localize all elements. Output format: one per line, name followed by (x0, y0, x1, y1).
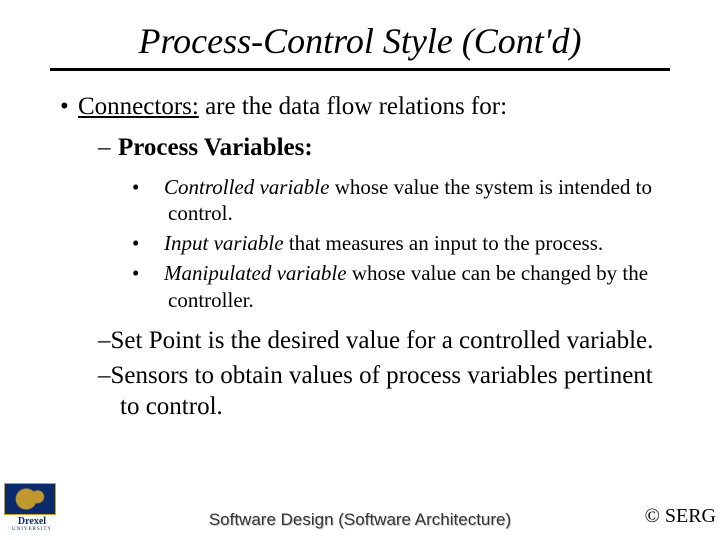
dot-icon: • (150, 260, 164, 286)
footer-center-text: Software Design (Software Architecture) (0, 510, 720, 530)
bullet-level3-group: •Controlled variable whose value the sys… (150, 174, 670, 313)
slide: Process-Control Style (Cont'd) •Connecto… (0, 0, 720, 423)
bullet-level1: •Connectors: are the data flow relations… (60, 91, 670, 122)
sensors-bold: Sensors (111, 362, 189, 389)
l3-ital: Controlled variable (164, 175, 329, 199)
bullet-level2-processvars: –Process Variables: (98, 132, 670, 163)
l3-ital: Input variable (164, 231, 284, 255)
bullet-level2-sensors: –Sensors to obtain values of process var… (98, 360, 670, 423)
title-rule (50, 68, 670, 71)
dash-icon: – (98, 132, 118, 163)
l3-ital: Manipulated variable (164, 261, 347, 285)
bullet-level3: •Manipulated variable whose value can be… (150, 260, 670, 313)
setpoint-rest: is the desired value for a controlled va… (202, 327, 654, 354)
slide-footer: Drexel UNIVERSITY Software Design (Softw… (0, 484, 720, 534)
bullet-level3: •Input variable that measures an input t… (150, 230, 670, 256)
bullet-level3: •Controlled variable whose value the sys… (150, 174, 670, 227)
bullet-icon: • (60, 91, 78, 122)
setpoint-bold: Set Point (111, 327, 202, 354)
footer-copyright: © SERG (645, 505, 716, 528)
processvars-label: Process Variables: (118, 134, 313, 161)
connectors-rest: are the data flow relations for: (199, 93, 507, 120)
dash-icon: – (98, 362, 111, 389)
sensors-rest: to obtain values of process variables pe… (120, 362, 653, 420)
slide-title: Process-Control Style (Cont'd) (50, 20, 670, 62)
slide-content: •Connectors: are the data flow relations… (50, 91, 670, 423)
dot-icon: • (150, 174, 164, 200)
dash-icon: – (98, 327, 111, 354)
bullet-level2-setpoint: –Set Point is the desired value for a co… (98, 325, 670, 356)
l3-rest: that measures an input to the process. (284, 231, 604, 255)
dot-icon: • (150, 230, 164, 256)
connectors-label: Connectors: (78, 93, 199, 120)
